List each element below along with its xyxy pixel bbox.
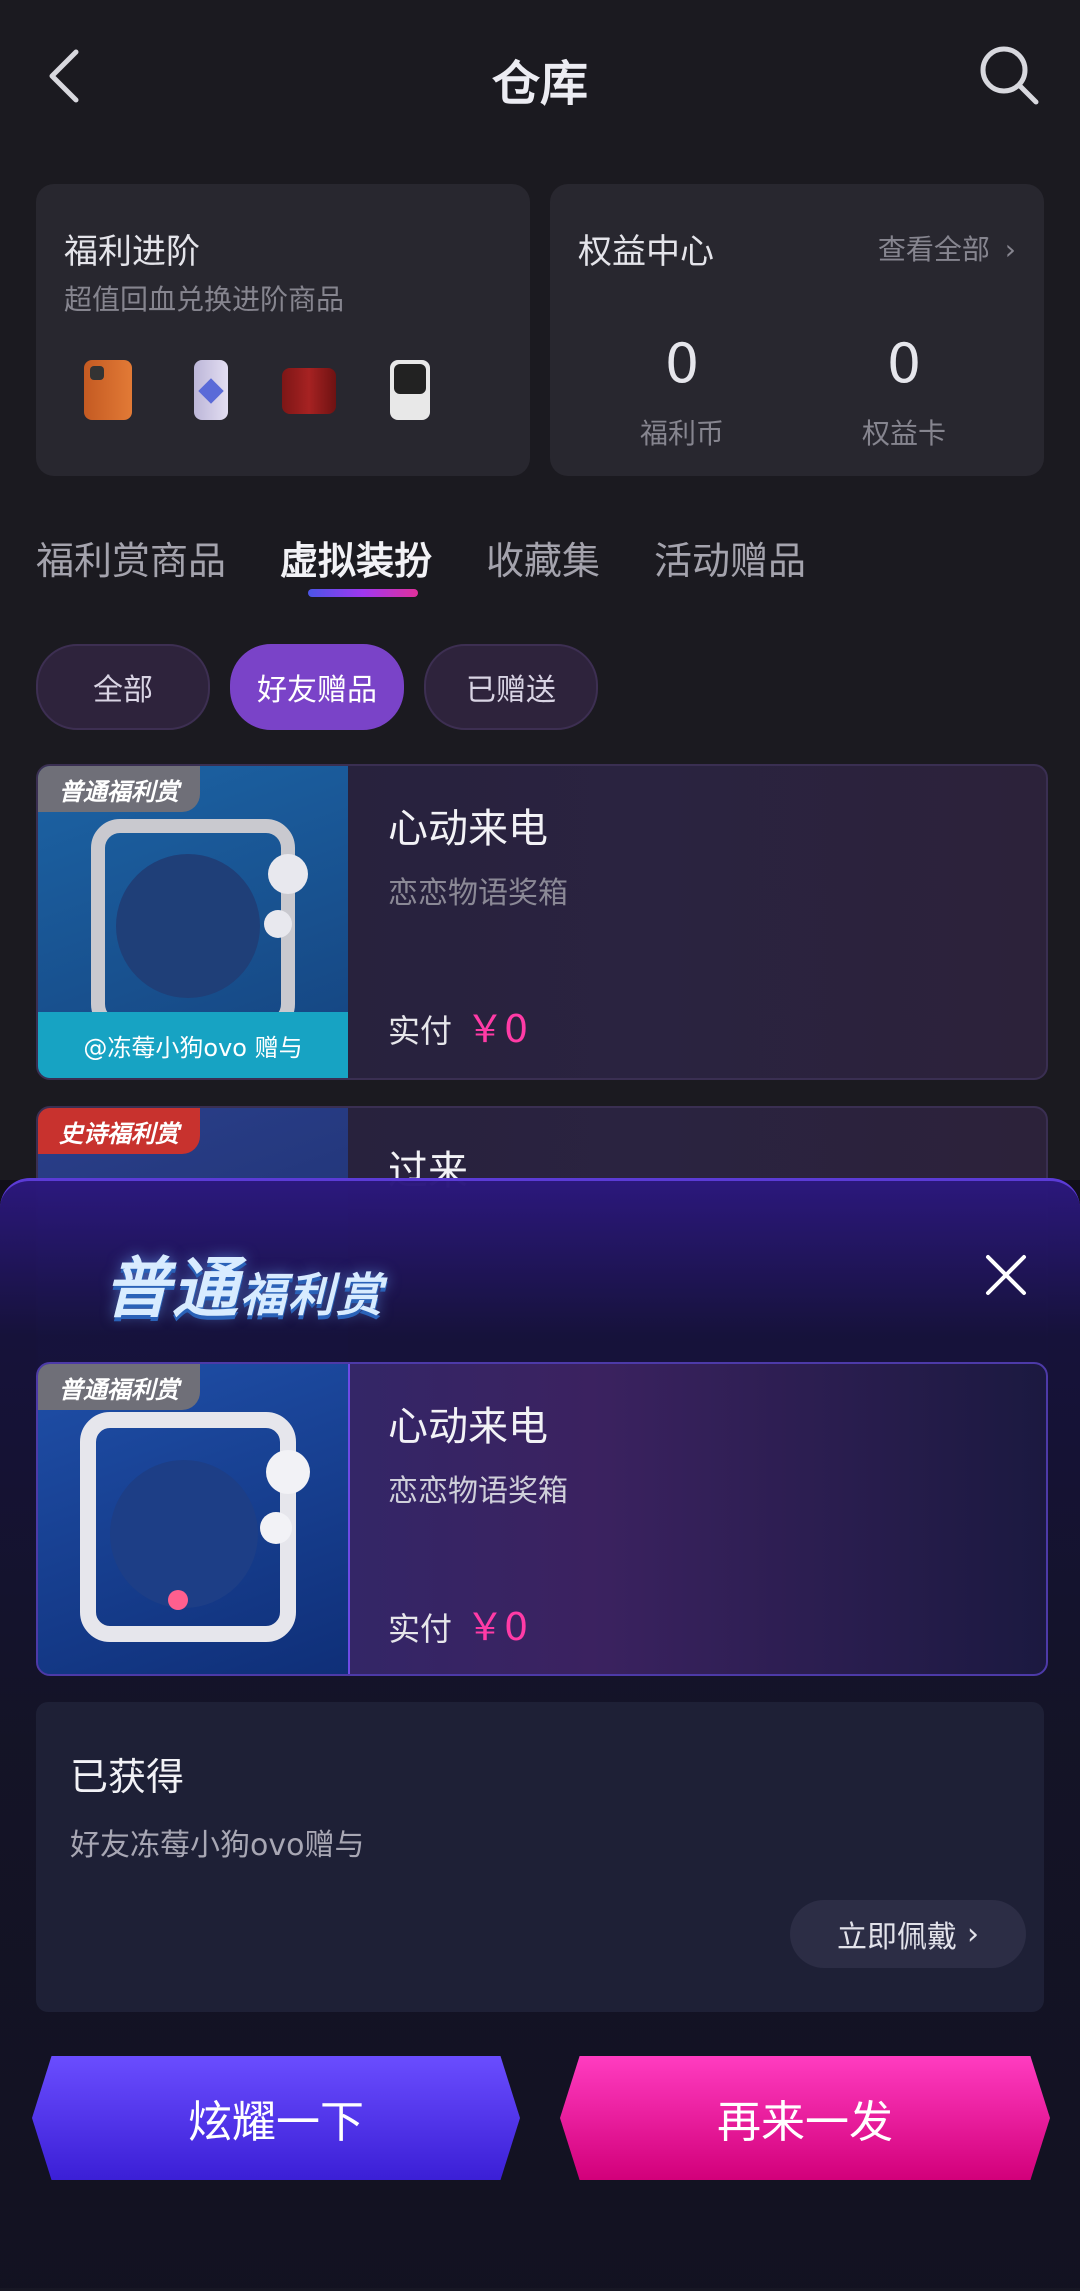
modal-reward-item: 普通福利赏 心动来电 恋恋物语奖箱 实付 ￥0 [36,1362,1048,1676]
item-title: 心动来电 [388,1404,548,1450]
obtained-title: 已获得 [70,1755,185,1799]
stat-label: 福利币 [639,417,724,450]
active-tab-indicator [308,589,419,597]
stat-rights-card[interactable]: 0 权益卡 [814,332,994,452]
rights-center-card[interactable]: 权益中心 查看全部 › 0 福利币 0 权益卡 [550,184,1044,476]
pay-label: 实付 [388,1012,453,1050]
tab-collection[interactable]: 收藏集 [486,530,600,585]
tab-virtual-outfit[interactable]: 虚拟装扮 [280,530,433,597]
view-all-link[interactable]: 查看全部 › [878,228,1016,268]
wear-now-button[interactable]: 立即佩戴 › [790,1900,1026,1968]
stat-value: 0 [664,332,700,395]
rights-card-title: 权益中心 [578,232,714,272]
tab-welfare-goods[interactable]: 福利赏商品 [36,530,226,585]
filter-sent[interactable]: 已赠送 [424,644,598,730]
filter-all[interactable]: 全部 [36,644,210,730]
category-tabs: 福利赏商品 虚拟装扮 收藏集 活动赠品 [36,530,806,597]
show-off-button[interactable]: 炫耀一下 [32,2056,520,2180]
price: ￥0 [466,1605,529,1649]
item-payment: 实付 ￥0 [388,998,528,1053]
draw-again-button[interactable]: 再来一发 [560,2056,1050,2180]
item-payment: 实付 ￥0 [388,1596,528,1651]
chevron-right-icon: › [1004,233,1016,266]
stat-value: 0 [886,332,922,395]
rarity-badge: 普通福利赏 [38,766,200,812]
red-phone-icon [282,368,336,414]
welfare-advance-card[interactable]: 福利进阶 超值回血兑换进阶商品 [36,184,530,476]
stat-label: 权益卡 [861,417,946,450]
purple-phone-icon [194,360,228,420]
close-icon[interactable] [980,1249,1032,1301]
item-subtitle: 恋恋物语奖箱 [388,876,568,911]
item-title: 心动来电 [388,806,548,852]
list-item[interactable]: 普通福利赏 @冻莓小狗ovo 赠与 心动来电 恋恋物语奖箱 实付 ￥0 [36,764,1048,1080]
rarity-logo-big: 普通 [104,1250,240,1327]
header: 仓库 [0,0,1080,160]
avatar-frame-icon [80,1412,310,1642]
view-all-label: 查看全部 [877,233,990,266]
pay-label: 实付 [388,1610,453,1648]
obtained-description: 好友冻莓小狗ovo赠与 [70,1828,365,1863]
filter-friend-gifts[interactable]: 好友赠品 [230,644,404,730]
tab-label: 虚拟装扮 [280,539,433,583]
item-subtitle: 恋恋物语奖箱 [388,1474,568,1509]
welfare-card-subtitle: 超值回血兑换进阶商品 [64,283,345,316]
page-title: 仓库 [491,56,588,112]
product-thumbnails [84,360,430,420]
orange-phone-icon [84,360,132,420]
stat-welfare-coin[interactable]: 0 福利币 [592,332,772,452]
rarity-logo: 普通福利赏 [104,1235,384,1331]
obtained-panel: 已获得 好友冻莓小狗ovo赠与 立即佩戴 › [36,1702,1044,2012]
filter-pills: 全部 好友赠品 已赠送 [36,644,598,730]
welfare-card-title: 福利进阶 [64,232,200,272]
tab-event-gifts[interactable]: 活动赠品 [654,530,806,585]
rarity-badge: 史诗福利赏 [38,1108,200,1154]
price: ￥0 [466,1007,529,1051]
black-phone-icon [390,360,430,420]
item-thumbnail [38,1364,350,1674]
rarity-logo-small: 福利赏 [240,1268,384,1322]
rarity-badge: 普通福利赏 [38,1364,200,1410]
search-icon[interactable] [978,44,1040,106]
gift-from-bar: @冻莓小狗ovo 赠与 [38,1012,348,1078]
chevron-right-icon: › [967,1916,979,1952]
wear-now-label: 立即佩戴 [837,1920,957,1955]
